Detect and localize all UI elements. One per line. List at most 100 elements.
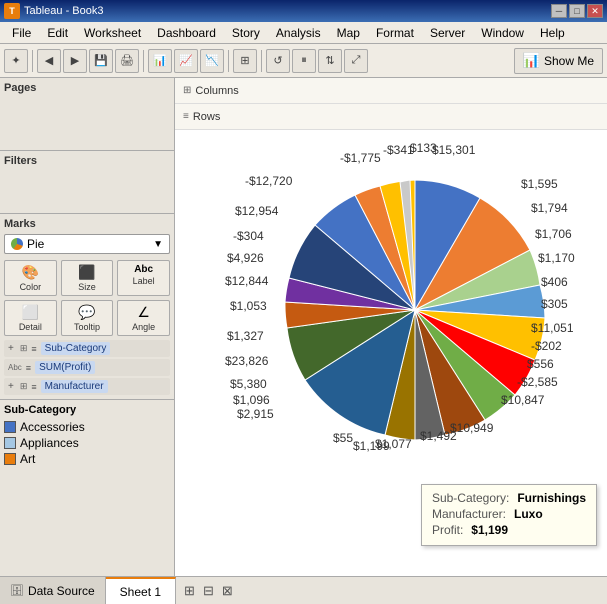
detail-icon: ⬜ (22, 304, 39, 321)
pages-content (4, 96, 170, 146)
marks-row-subcategory[interactable]: + ⊞ ≡ Sub-Category (4, 340, 170, 357)
data-source-tab[interactable]: 🗄 Data Source (0, 577, 106, 604)
bar-chart-button[interactable]: 📊 (148, 49, 172, 73)
size-button[interactable]: ⬛ Size (61, 260, 114, 296)
separator-3 (228, 50, 229, 72)
tooltip-manufacturer-value: Luxo (514, 507, 543, 521)
marks-title: Marks (4, 218, 170, 230)
columns-icon: ⊞ (183, 85, 191, 96)
menu-edit[interactable]: Edit (39, 24, 76, 42)
menu-analysis[interactable]: Analysis (268, 24, 329, 42)
color-icon: 🎨 (22, 264, 39, 281)
toolbar: ✦ ◀ ▶ 💾 🖨 📊 📈 📉 ⊞ ↺ ⏸ ⇅ ⤢ 📊 Show Me (0, 44, 607, 78)
tooltip-profit-key: Profit: (432, 523, 463, 537)
svg-text:$406: $406 (541, 275, 568, 289)
svg-text:$1,199: $1,199 (353, 439, 390, 453)
sheet-1-label: Sheet 1 (120, 585, 161, 599)
svg-text:$12,844: $12,844 (225, 274, 269, 288)
color-button[interactable]: 🎨 Color (4, 260, 57, 296)
marks-section: Marks Pie ▼ 🎨 Color ⬛ Size Abc (0, 214, 174, 400)
svg-text:$1,492: $1,492 (420, 429, 457, 443)
angle-icon: ∠ (137, 304, 150, 321)
new-worksheet-icon[interactable]: ⊞ (184, 583, 195, 599)
new-dashboard-icon[interactable]: ⊟ (203, 583, 214, 599)
menu-window[interactable]: Window (473, 24, 532, 42)
sub-cat-label-art: Art (20, 452, 35, 466)
cylinder-icon: 🗄 (10, 584, 24, 597)
menu-help[interactable]: Help (532, 24, 573, 42)
menu-file[interactable]: File (4, 24, 39, 42)
svg-text:$15,301: $15,301 (432, 143, 476, 157)
pages-title: Pages (4, 82, 170, 94)
main-area: Pages Filters Marks Pie ▼ 🎨 Color (0, 78, 607, 576)
svg-text:-$2,585: -$2,585 (517, 375, 558, 389)
label-icon: Abc (134, 264, 153, 275)
color-swatch-art (4, 453, 16, 465)
back-button[interactable]: ◀ (37, 49, 61, 73)
sheet-1-tab[interactable]: Sheet 1 (106, 577, 176, 604)
tooltip-label: Tooltip (74, 322, 100, 332)
menu-worksheet[interactable]: Worksheet (76, 24, 149, 42)
sort-button[interactable]: ⇅ (318, 49, 342, 73)
tooltip: Sub-Category: Furnishings Manufacturer: … (421, 484, 597, 546)
svg-text:$2,915: $2,915 (237, 407, 274, 421)
menu-format[interactable]: Format (368, 24, 422, 42)
pause-button[interactable]: ⏸ (292, 49, 316, 73)
fit-button[interactable]: ⤢ (344, 49, 368, 73)
pages-section: Pages (0, 78, 174, 151)
menu-story[interactable]: Story (224, 24, 268, 42)
title-bar: T Tableau - Book3 ─ □ ✕ (0, 0, 607, 22)
separator-1 (32, 50, 33, 72)
app-icon: T (4, 3, 20, 19)
rows-icon: ≡ (183, 111, 189, 122)
menu-server[interactable]: Server (422, 24, 473, 42)
save-button[interactable]: 💾 (89, 49, 113, 73)
new-story-icon[interactable]: ⊠ (222, 583, 233, 599)
marks-row-profit[interactable]: Abc ≡ SUM(Profit) (4, 359, 170, 376)
print-button[interactable]: 🖨 (115, 49, 139, 73)
angle-button[interactable]: ∠ Angle (117, 300, 170, 336)
svg-text:-$12,720: -$12,720 (245, 174, 293, 188)
pie-chart: -$12,720 $12,954 -$304 $4,926 $12,844 $1… (225, 140, 605, 480)
menu-dashboard[interactable]: Dashboard (149, 24, 224, 42)
rows-shelf[interactable]: ≡ Rows (175, 104, 607, 130)
columns-shelf[interactable]: ⊞ Columns (175, 78, 607, 104)
grid-icon-3: ⊞ (20, 381, 28, 392)
marks-button[interactable]: ⊞ (233, 49, 257, 73)
marks-type-dropdown[interactable]: Pie ▼ (4, 234, 170, 254)
svg-text:$1,170: $1,170 (538, 251, 575, 265)
tooltip-button[interactable]: 💬 Tooltip (61, 300, 114, 336)
dropdown-chevron-icon: ▼ (153, 239, 163, 250)
abc-icon-2: Abc (8, 363, 22, 372)
refresh-button[interactable]: ↺ (266, 49, 290, 73)
label-label: Label (133, 276, 155, 286)
minimize-button[interactable]: ─ (551, 4, 567, 18)
svg-text:$556: $556 (527, 357, 554, 371)
list-item: Appliances (4, 436, 170, 450)
chart-button-2[interactable]: 📈 (174, 49, 198, 73)
marks-row-manufacturer[interactable]: + ⊞ ≡ Manufacturer (4, 378, 170, 395)
sub-category-title: Sub-Category (4, 404, 170, 416)
filters-content (4, 169, 170, 209)
new-button[interactable]: ✦ (4, 49, 28, 73)
size-icon: ⬛ (78, 264, 95, 281)
menu-map[interactable]: Map (329, 24, 368, 42)
pie-icon (11, 238, 23, 250)
sub-cat-label-appliances: Appliances (20, 436, 79, 450)
data-source-label: Data Source (28, 584, 95, 598)
label-button[interactable]: Abc Label (117, 260, 170, 296)
separator-2 (143, 50, 144, 72)
detail-button[interactable]: ⬜ Detail (4, 300, 57, 336)
sub-category-list: Accessories Appliances Art (4, 420, 170, 466)
chart-button-3[interactable]: 📉 (200, 49, 224, 73)
svg-text:-$304: -$304 (233, 229, 264, 243)
window-title: Tableau - Book3 (24, 5, 104, 17)
show-me-button[interactable]: 📊 Show Me (514, 48, 603, 74)
sheet-tab-icons: ⊞ ⊟ ⊠ (184, 583, 233, 599)
close-button[interactable]: ✕ (587, 4, 603, 18)
filters-title: Filters (4, 155, 170, 167)
maximize-button[interactable]: □ (569, 4, 585, 18)
svg-text:$1,595: $1,595 (521, 177, 558, 191)
forward-button[interactable]: ▶ (63, 49, 87, 73)
tooltip-profit-row: Profit: $1,199 (432, 523, 586, 537)
